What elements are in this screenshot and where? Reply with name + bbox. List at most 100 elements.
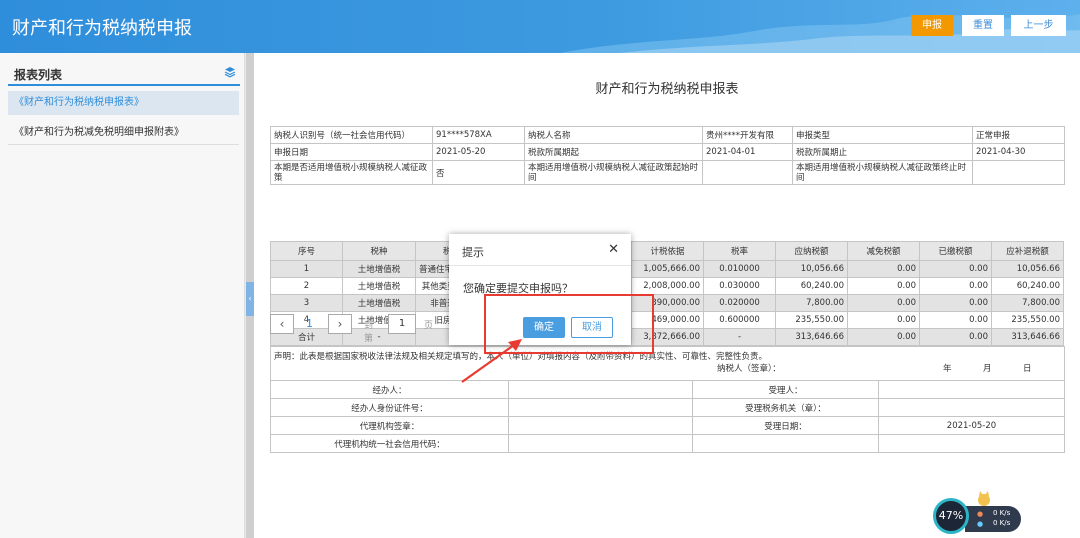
- table-cell: 0.00: [847, 328, 920, 346]
- upload-icon: ●: [977, 510, 984, 518]
- year-label: 年: [943, 364, 952, 374]
- sign-label: 受理日期：: [692, 416, 879, 435]
- info-label: 税款所属期止: [792, 143, 973, 161]
- dialog-divider: [449, 265, 631, 266]
- page-input[interactable]: 1: [388, 314, 416, 334]
- next-page-button[interactable]: ›: [328, 314, 352, 334]
- info-value: 正常申报: [972, 126, 1065, 144]
- info-label: 本期适用增值税小规模纳税人减征政策终止时间: [792, 160, 973, 185]
- back-button[interactable]: 上一步: [1011, 15, 1066, 36]
- table-cell: 0.030000: [703, 277, 776, 295]
- table-cell: 0.020000: [703, 294, 776, 312]
- table-cell: 1,005,666.00: [631, 260, 704, 278]
- taxpayer-info-table: 纳税人识别号（统一社会信用代码） 91****578XA 纳税人名称 贵州***…: [270, 126, 1065, 185]
- table-cell: 0.00: [919, 277, 992, 295]
- declaration-row: 声明：此表是根据国家税收法律法规及相关规定填写的，本人（单位）对填报内容（及附带…: [269, 346, 1066, 381]
- table-cell: 60,240.00: [991, 277, 1064, 295]
- table-cell: 10,056.66: [775, 260, 848, 278]
- table-cell: 2: [270, 277, 343, 295]
- info-row: 申报日期 2021-05-20 税款所属期起 2021-04-01 税款所属期止…: [270, 143, 1065, 161]
- reset-button[interactable]: 重置: [962, 15, 1004, 36]
- column-header: 应纳税额: [775, 241, 848, 261]
- table-header-row: 序号税种税目税款所属期起税款所属期止计税依据税率应纳税额减免税额已缴税额应补退税…: [270, 241, 1064, 261]
- table-cell: 土地增值税: [342, 277, 416, 295]
- column-header: 计税依据: [631, 241, 704, 261]
- page-label: 页: [424, 321, 434, 331]
- info-value: 91****578XA: [432, 126, 525, 144]
- close-icon[interactable]: ✕: [608, 242, 619, 257]
- sidebar-header: 报表列表: [8, 64, 240, 86]
- memory-usage: 47%: [933, 498, 969, 534]
- table-cell: 2,008,000.00: [631, 277, 704, 295]
- table-cell: 0.00: [847, 277, 920, 295]
- sidebar-title: 报表列表: [14, 68, 63, 82]
- table-cell: 10,056.66: [991, 260, 1064, 278]
- declaration-text: 声明：此表是根据国家税收法律法规及相关规定填写的，本人（单位）对填报内容（及附带…: [274, 352, 768, 362]
- table-cell: 0.00: [919, 260, 992, 278]
- dialog-title: 提示: [462, 246, 484, 259]
- table-cell: 235,550.00: [991, 311, 1064, 329]
- signer-label: 纳税人（签章）：: [717, 364, 781, 374]
- table-cell: 0.600000: [703, 311, 776, 329]
- download-speed: 0 K/s: [993, 519, 1011, 527]
- column-header: 序号: [270, 241, 343, 261]
- info-label: 本期是否适用增值税小规模纳税人减征政策: [270, 160, 433, 185]
- table-cell: 0.00: [847, 260, 920, 278]
- table-row: 2土地增值税其他类型房地产2,008,000.000.03000060,240.…: [270, 277, 1064, 295]
- table-cell: 0.010000: [703, 260, 776, 278]
- sidebar: 报表列表 《财产和行为税纳税申报表》 《财产和行为税减免税明细申报附表》: [0, 53, 245, 538]
- collapse-handle[interactable]: ‹: [246, 282, 254, 316]
- table-cell: 土地增值税: [342, 294, 416, 312]
- table-cell: 60,240.00: [775, 277, 848, 295]
- current-page[interactable]: 1: [306, 317, 313, 330]
- month-label: 月: [983, 364, 992, 374]
- info-value: 否: [432, 160, 525, 185]
- sign-row: 代理机构签章： 受理日期： 2021-05-20: [270, 416, 1066, 435]
- info-label: 纳税人名称: [524, 126, 703, 144]
- sign-value: [508, 398, 693, 417]
- upload-speed: 0 K/s: [993, 509, 1011, 517]
- info-label: 税款所属期起: [524, 143, 703, 161]
- info-row: 纳税人识别号（统一社会信用代码） 91****578XA 纳税人名称 贵州***…: [270, 126, 1065, 144]
- table-cell: 7,800.00: [775, 294, 848, 312]
- table-cell: 313,646.66: [991, 328, 1064, 346]
- table-cell: 3: [270, 294, 343, 312]
- table-cell: 土地增值税: [342, 260, 416, 278]
- layers-icon[interactable]: [224, 66, 236, 81]
- sidebar-item-reduction-schedule[interactable]: 《财产和行为税减免税明细申报附表》: [8, 121, 239, 145]
- sign-label: [692, 434, 879, 453]
- sign-label: 受理税务机关（章）：: [692, 398, 879, 417]
- sign-value: 2021-05-20: [877, 416, 1066, 435]
- submit-button[interactable]: 申报: [911, 15, 953, 36]
- download-icon: ●: [977, 520, 984, 528]
- info-label: 纳税人识别号（统一社会信用代码）: [270, 126, 433, 144]
- column-header: 减免税额: [847, 241, 920, 261]
- sign-value: [877, 380, 1066, 399]
- prev-page-button[interactable]: ‹: [270, 314, 294, 334]
- sign-label: 代理机构统一社会信用代码：: [270, 434, 509, 453]
- table-row: 3土地增值税非普通住宅390,000.000.0200007,800.000.0…: [270, 294, 1064, 312]
- table-cell: 235,550.00: [775, 311, 848, 329]
- sign-value: [508, 380, 693, 399]
- sign-label: 经办人身份证件号：: [270, 398, 509, 417]
- sign-row: 经办人身份证件号： 受理税务机关（章）：: [270, 398, 1066, 417]
- sign-label: 代理机构签章：: [270, 416, 509, 435]
- declaration-table: 声明：此表是根据国家税收法律法规及相关规定填写的，本人（单位）对填报内容（及附带…: [269, 346, 1066, 453]
- info-label: 本期适用增值税小规模纳税人减征政策起始时间: [524, 160, 703, 185]
- sign-value: [877, 398, 1066, 417]
- info-value: [972, 160, 1065, 185]
- app-header: 财产和行为税纳税申报 申报 重置 上一步: [0, 0, 1080, 53]
- info-value: 2021-04-01: [702, 143, 793, 161]
- report-title: 财产和行为税纳税申报表: [595, 82, 739, 97]
- sign-value: [508, 416, 693, 435]
- speed-widget: 47% ● 0 K/s ● 0 K/s: [933, 491, 1021, 535]
- column-header: 应补退税额: [991, 241, 1064, 261]
- report-area: 财产和行为税纳税申报表 纳税人识别号（统一社会信用代码） 91****578XA…: [254, 53, 1080, 538]
- table-cell: 0.00: [919, 328, 992, 346]
- info-value: [702, 160, 793, 185]
- sign-label: 受理人：: [692, 380, 879, 399]
- sign-value: [508, 434, 693, 453]
- info-label: 申报日期: [270, 143, 433, 161]
- sidebar-item-report[interactable]: 《财产和行为税纳税申报表》: [8, 91, 239, 115]
- info-value: 2021-04-30: [972, 143, 1065, 161]
